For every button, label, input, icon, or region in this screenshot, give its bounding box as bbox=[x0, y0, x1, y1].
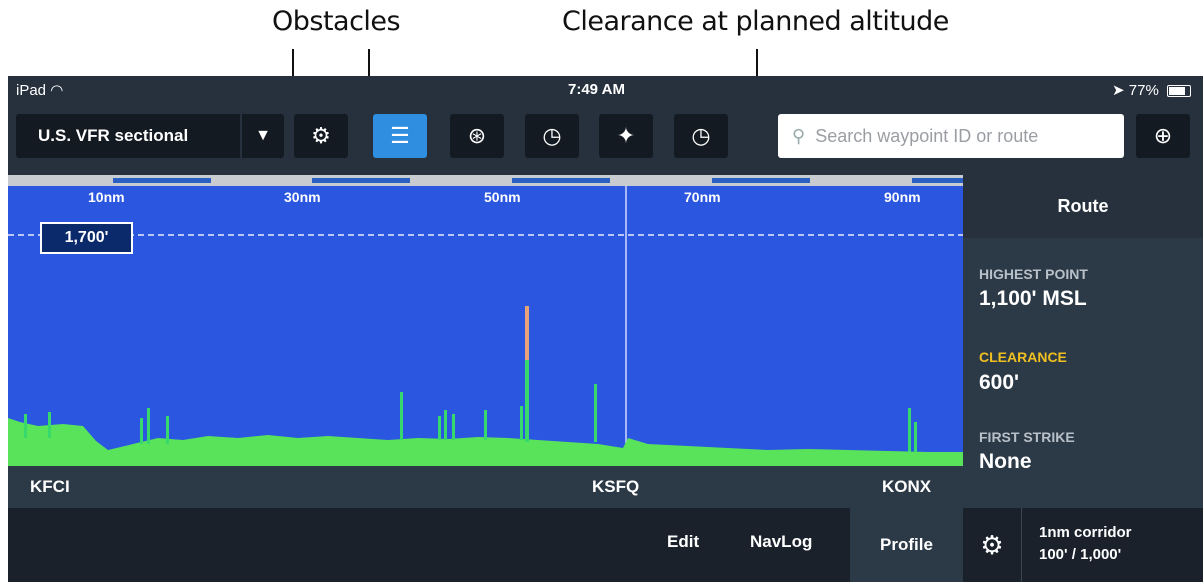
crosshair-icon: ⊕ bbox=[1153, 123, 1173, 148]
first-strike-label: FIRST STRIKE bbox=[979, 429, 1075, 445]
distance-scale-strip bbox=[8, 175, 963, 186]
scale-segment bbox=[512, 178, 610, 183]
planned-altitude-tag[interactable]: 1,700' bbox=[40, 222, 133, 254]
first-strike-value: None bbox=[979, 450, 1032, 473]
search-icon: ⚲ bbox=[792, 125, 806, 146]
battery-icon bbox=[1167, 85, 1191, 98]
clearance-callout: Clearance at planned altitude bbox=[562, 6, 949, 37]
elevation-profile[interactable]: 10nm 30nm 50nm 70nm 90nm 1,700' KFCI KSF… bbox=[8, 175, 963, 508]
obstacle bbox=[520, 406, 523, 440]
obstacle bbox=[914, 422, 917, 452]
obstacle bbox=[452, 414, 455, 440]
obstacle bbox=[484, 410, 487, 440]
locate-button[interactable]: ⊕ bbox=[1136, 114, 1190, 158]
triangle-down-icon: ▼ bbox=[255, 127, 271, 144]
corridor-width: 1nm corridor bbox=[1039, 524, 1132, 541]
airport-label-end: KONX bbox=[882, 477, 932, 496]
profile-plot: 10nm 30nm 50nm 70nm 90nm bbox=[8, 186, 963, 466]
clock-icon: ◷ bbox=[691, 123, 711, 148]
chart-dropdown-button[interactable]: ▼ bbox=[242, 114, 284, 158]
distance-label: 90nm bbox=[884, 189, 921, 205]
profile-tab[interactable]: Profile bbox=[850, 508, 963, 582]
scale-segment bbox=[912, 178, 963, 183]
ipad-screen: iPad ◠ 7:49 AM ➤ 77% U.S. VFR sectional … bbox=[8, 76, 1203, 582]
clock-time: 7:49 AM bbox=[568, 81, 625, 98]
obstacle bbox=[908, 408, 911, 452]
favorites-button[interactable]: ✦ bbox=[599, 114, 653, 158]
list-button[interactable]: ☰ bbox=[373, 114, 427, 158]
airport-label-middle: KSFQ bbox=[592, 477, 640, 496]
highest-point-value: 1,100' MSL bbox=[979, 287, 1087, 310]
search-input[interactable] bbox=[813, 124, 1108, 148]
layers-button[interactable]: ⊛ bbox=[450, 114, 504, 158]
highest-point-label: HIGHEST POINT bbox=[979, 266, 1088, 282]
search-box[interactable]: ⚲ bbox=[778, 114, 1124, 158]
clearance-segment bbox=[525, 306, 529, 360]
corridor-info: 1nm corridor 100' / 1,000' bbox=[1039, 522, 1132, 566]
scale-segment bbox=[312, 178, 410, 183]
obstacles-callout: Obstacles bbox=[272, 6, 401, 37]
obstacle bbox=[444, 410, 447, 440]
corridor-panel: ⚙ 1nm corridor 100' / 1,000' bbox=[963, 508, 1203, 582]
chart-type-selector[interactable]: U.S. VFR sectional bbox=[16, 114, 240, 158]
navlog-tab[interactable]: NavLog bbox=[750, 532, 812, 552]
route-header[interactable]: Route bbox=[963, 175, 1203, 238]
distance-label: 10nm bbox=[88, 189, 125, 205]
list-icon: ☰ bbox=[390, 123, 410, 148]
history-button[interactable]: ◷ bbox=[674, 114, 728, 158]
toolbar: U.S. VFR sectional ▼ ⚙ ☰ ⊛ ◷ ✦ ◷ ⚲ ⊕ bbox=[8, 103, 1203, 175]
obstacle bbox=[166, 416, 169, 444]
route-info-panel: Route HIGHEST POINT 1,100' MSL CLEARANCE… bbox=[963, 175, 1203, 508]
layers-icon: ⊛ bbox=[467, 123, 487, 148]
obstacle bbox=[147, 408, 150, 444]
clearance-value: 600' bbox=[979, 371, 1020, 394]
obstacle bbox=[438, 416, 441, 440]
corridor-settings-button[interactable]: ⚙ bbox=[963, 508, 1022, 582]
gauge-button[interactable]: ◷ bbox=[525, 114, 579, 158]
obstacle bbox=[140, 418, 143, 444]
airport-label-start: KFCI bbox=[30, 477, 70, 496]
gear-icon: ⚙ bbox=[980, 529, 1004, 560]
clearance-label: CLEARANCE bbox=[979, 349, 1067, 365]
obstacle bbox=[24, 414, 27, 438]
scale-segment bbox=[113, 178, 211, 183]
edit-tab[interactable]: Edit bbox=[667, 532, 699, 552]
obstacle bbox=[48, 412, 51, 438]
gear-icon: ⚙ bbox=[311, 123, 331, 148]
device-status: iPad ◠ bbox=[16, 82, 64, 99]
wifi-icon: ◠ bbox=[50, 82, 64, 99]
scale-segment bbox=[712, 178, 810, 183]
status-bar: iPad ◠ 7:49 AM ➤ 77% bbox=[8, 76, 1203, 103]
obstacle bbox=[594, 384, 597, 442]
airport-bar: KFCI KSFQ KONX bbox=[8, 466, 963, 508]
tallest-obstacle bbox=[525, 360, 529, 442]
battery-status: ➤ 77% bbox=[1112, 81, 1191, 99]
settings-button[interactable]: ⚙ bbox=[294, 114, 348, 158]
location-arrow-icon: ➤ bbox=[1112, 82, 1125, 99]
bottom-tab-bar: Edit NavLog Profile bbox=[8, 508, 963, 582]
distance-label: 50nm bbox=[484, 189, 521, 205]
obstacle bbox=[400, 392, 403, 440]
distance-label: 30nm bbox=[284, 189, 321, 205]
gauge-icon: ◷ bbox=[542, 123, 562, 148]
distance-label: 70nm bbox=[684, 189, 721, 205]
corridor-altitudes: 100' / 1,000' bbox=[1039, 546, 1122, 563]
stars-icon: ✦ bbox=[616, 123, 636, 148]
